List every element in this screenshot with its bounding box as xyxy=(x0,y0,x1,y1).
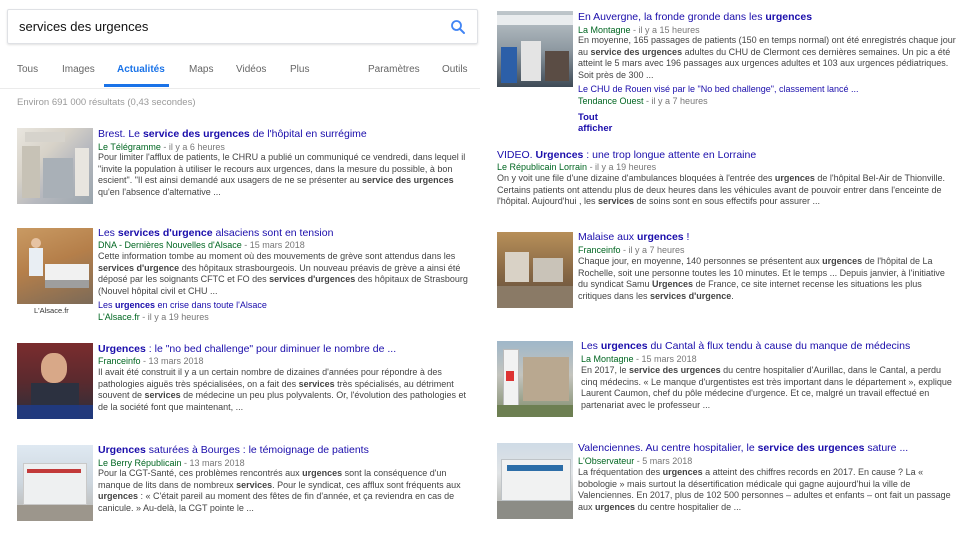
result-thumbnail[interactable] xyxy=(17,343,93,419)
result-title[interactable]: Brest. Le service des urgences de l'hôpi… xyxy=(98,128,367,140)
result-thumbnail[interactable] xyxy=(17,228,93,304)
result-time: - 15 mars 2018 xyxy=(633,354,697,364)
result-time: - il y a 6 heures xyxy=(160,142,225,152)
source-name: Le Télégramme xyxy=(98,142,161,152)
result-thumbnail[interactable] xyxy=(497,11,573,87)
result-title[interactable]: Valenciennes. Au centre hospitalier, le … xyxy=(578,442,908,454)
source-name: La Montagne xyxy=(578,25,631,35)
source-name: L'Observateur xyxy=(578,456,635,466)
result-thumbnail[interactable] xyxy=(497,341,573,417)
result-title[interactable]: Urgences : le "no bed challenge" pour di… xyxy=(98,343,396,355)
tab-more[interactable]: Plus xyxy=(290,64,309,75)
tab-maps[interactable]: Maps xyxy=(189,64,213,75)
related-link[interactable]: Les urgences en crise dans toute l'Alsac… xyxy=(98,300,267,310)
result-snippet: Chaque jour, en moyenne, 140 personnes s… xyxy=(578,256,945,301)
result-snippet: Cette information tombe au moment où des… xyxy=(98,251,468,296)
result-stats: Environ 691 000 résultats (0,43 secondes… xyxy=(17,97,196,108)
result-source: La Montagne - il y a 15 heures xyxy=(578,25,700,35)
thumbnail-caption: L'Alsace.fr xyxy=(34,306,69,315)
result-time: - 13 mars 2018 xyxy=(181,458,245,468)
source-name: L'Alsace.fr xyxy=(98,312,140,322)
result-snippet: On y voit une file d'une dizaine d'ambul… xyxy=(497,173,945,207)
result-title[interactable]: Les urgences du Cantal à flux tendu à ca… xyxy=(581,340,910,352)
source-name: Tendance Ouest xyxy=(578,96,644,106)
result-snippet: La fréquentation des urgences a atteint … xyxy=(578,467,951,512)
related-source: L'Alsace.fr - il y a 19 heures xyxy=(98,312,209,322)
result-time: - 5 mars 2018 xyxy=(634,456,693,466)
tabs-divider xyxy=(0,88,480,89)
source-name: La Montagne xyxy=(581,354,634,364)
result-source: L'Observateur - 5 mars 2018 xyxy=(578,456,692,466)
result-time: - 15 mars 2018 xyxy=(241,240,305,250)
source-name: Le Républicain Lorrain xyxy=(497,162,588,172)
result-snippet: En 2017, le service des urgences du cent… xyxy=(581,365,952,410)
tab-all[interactable]: Tous xyxy=(17,64,38,75)
result-time: - il y a 19 heures xyxy=(139,312,209,322)
result-thumbnail[interactable] xyxy=(497,232,573,308)
result-time: - 13 mars 2018 xyxy=(140,356,204,366)
result-source: Le Télégramme - il y a 6 heures xyxy=(98,142,225,152)
tab-videos[interactable]: Vidéos xyxy=(236,64,266,75)
source-name: Franceinfo xyxy=(578,245,621,255)
result-snippet: Pour la CGT-Santé, ces problèmes rencont… xyxy=(98,468,461,513)
result-source: Le Berry Républicain - 13 mars 2018 xyxy=(98,458,245,468)
result-snippet: En moyenne, 165 passages de patients (15… xyxy=(578,35,956,80)
tab-images[interactable]: Images xyxy=(62,64,95,75)
result-title[interactable]: Malaise aux urgences ! xyxy=(578,231,689,243)
source-name: Franceinfo xyxy=(98,356,141,366)
result-snippet: Il avait été construit il y a un certain… xyxy=(98,367,466,412)
active-tab-indicator xyxy=(104,84,169,87)
search-tabs: Tous Images Actualités Maps Vidéos Plus … xyxy=(0,60,480,90)
source-name: Le Berry Républicain xyxy=(98,458,182,468)
result-source: Franceinfo - 13 mars 2018 xyxy=(98,356,204,366)
result-snippet: Pour limiter l'afflux de patients, le CH… xyxy=(98,152,466,197)
result-thumbnail[interactable] xyxy=(17,128,93,204)
source-name: DNA - Dernières Nouvelles d'Alsace xyxy=(98,240,242,250)
result-thumbnail[interactable] xyxy=(497,443,573,519)
search-input[interactable]: services des urgences xyxy=(19,19,148,34)
result-source: Le Républicain Lorrain - il y a 19 heure… xyxy=(497,162,656,172)
result-time: - il y a 7 heures xyxy=(643,96,708,106)
search-box[interactable]: services des urgences xyxy=(7,9,478,44)
result-thumbnail[interactable] xyxy=(17,445,93,521)
result-title[interactable]: VIDEO. Urgences : une trop longue attent… xyxy=(497,149,756,161)
result-source: Franceinfo - il y a 7 heures xyxy=(578,245,685,255)
result-source: DNA - Dernières Nouvelles d'Alsace - 15 … xyxy=(98,240,305,250)
related-link[interactable]: Le CHU de Rouen visé par le "No bed chal… xyxy=(578,84,859,94)
tab-tools[interactable]: Outils xyxy=(442,64,468,75)
tab-settings[interactable]: Paramètres xyxy=(368,64,420,75)
result-time: - il y a 19 heures xyxy=(587,162,657,172)
tab-news[interactable]: Actualités xyxy=(117,64,165,75)
result-title[interactable]: Les services d'urgence alsaciens sont en… xyxy=(98,227,333,239)
result-title[interactable]: En Auvergne, la fronde gronde dans les u… xyxy=(578,11,812,23)
result-time: - il y a 7 heures xyxy=(620,245,685,255)
result-title[interactable]: Urgences saturées à Bourges : le témoign… xyxy=(98,444,369,456)
result-source: La Montagne - 15 mars 2018 xyxy=(581,354,697,364)
related-source: Tendance Ouest - il y a 7 heures xyxy=(578,96,708,106)
search-icon[interactable] xyxy=(449,18,467,36)
result-time: - il y a 15 heures xyxy=(630,25,700,35)
see-all-link[interactable]: Tout afficher xyxy=(578,112,612,134)
